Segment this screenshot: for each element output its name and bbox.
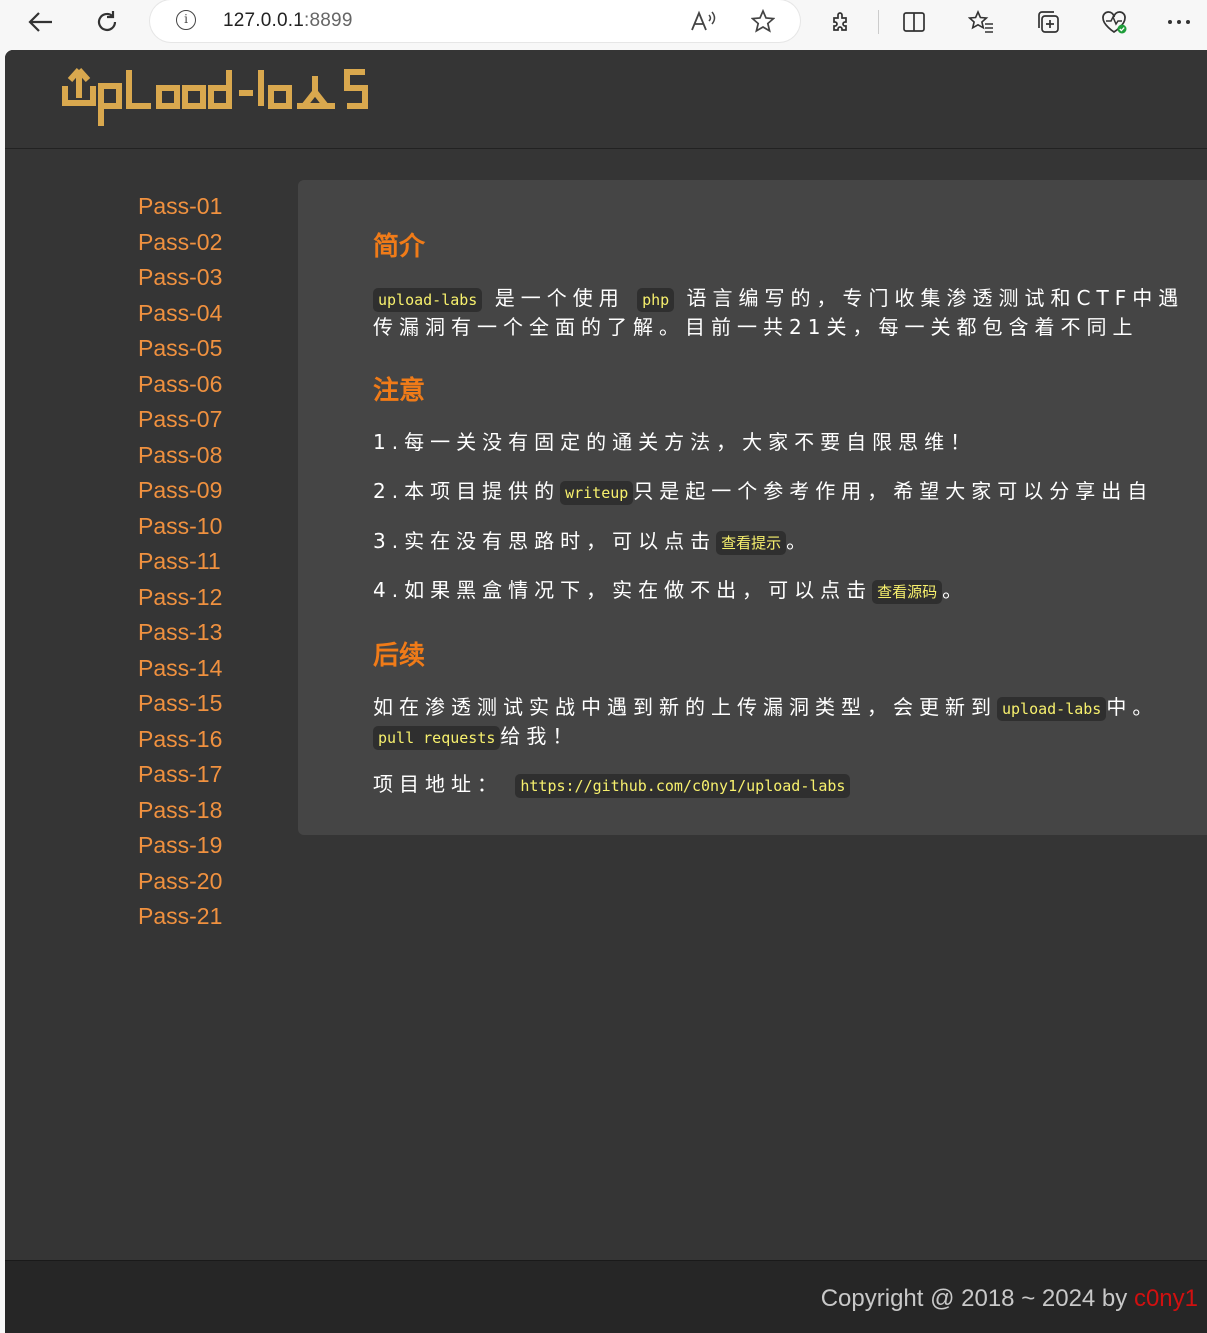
followup-heading: 后续: [373, 641, 426, 671]
followup-code-upload-labs: upload-labs: [997, 697, 1107, 721]
followup-text-2: 中。: [1106, 695, 1159, 719]
refresh-button[interactable]: [90, 5, 124, 39]
intro-text-1: 是一个使用: [494, 286, 625, 310]
site-footer: Copyright @ 2018 ~ 2024 by c0ny1: [5, 1260, 1207, 1333]
toolbar-separator: [878, 10, 879, 34]
main-content-panel: 简介 upload-labs 是一个使用 php 语言编写的，专门收集渗透测试和…: [298, 180, 1207, 835]
sidebar-item-pass-02[interactable]: Pass-02: [138, 228, 222, 256]
note-4-text: 4.如果黑盒情况下，实在做不出，可以点击: [373, 578, 873, 602]
address-bar[interactable]: i 127.0.0.1:8899: [150, 0, 800, 42]
more-menu-icon[interactable]: [1163, 6, 1195, 38]
sidebar-item-pass-07[interactable]: Pass-07: [138, 405, 222, 433]
note-4-text-post: 。: [942, 578, 969, 602]
sidebar-item-pass-13[interactable]: Pass-13: [138, 618, 222, 646]
back-arrow-icon: [28, 12, 52, 32]
intro-paragraph: upload-labs 是一个使用 php 语言编写的，专门收集渗透测试和CTF…: [373, 285, 1207, 341]
note-2-text-post: 只是起一个参考作用，希望大家可以分享出自: [633, 479, 1154, 503]
browser-toolbar: i 127.0.0.1:8899: [0, 0, 1207, 50]
sidebar-item-pass-19[interactable]: Pass-19: [138, 831, 222, 859]
followup-code-pull-requests: pull requests: [373, 726, 501, 750]
sidebar-item-pass-11[interactable]: Pass-11: [138, 547, 221, 575]
sidebar-item-pass-18[interactable]: Pass-18: [138, 796, 222, 824]
back-button[interactable]: [24, 5, 58, 39]
split-screen-icon[interactable]: [898, 6, 930, 38]
project-address-link[interactable]: https://github.com/c0ny1/upload-labs: [515, 774, 851, 798]
favorite-star-icon[interactable]: [750, 8, 776, 34]
upload-labs-logo-icon: [62, 67, 368, 126]
sidebar-item-pass-21[interactable]: Pass-21: [138, 902, 222, 930]
sidebar-item-pass-08[interactable]: Pass-08: [138, 441, 222, 469]
site-info-icon[interactable]: i: [176, 10, 196, 30]
followup-text-1: 如在渗透测试实战中遇到新的上传漏洞类型，会更新到: [373, 695, 997, 719]
sidebar-item-pass-06[interactable]: Pass-06: [138, 370, 222, 398]
sidebar-item-pass-01[interactable]: Pass-01: [138, 192, 222, 220]
read-aloud-icon[interactable]: [690, 8, 716, 34]
followup-paragraph: 如在渗透测试实战中遇到新的上传漏洞类型，会更新到 upload-labs 中。 pu…: [373, 694, 1207, 752]
sidebar-item-pass-15[interactable]: Pass-15: [138, 689, 222, 717]
sidebar-item-pass-16[interactable]: Pass-16: [138, 725, 222, 753]
view-hint-button[interactable]: 查看提示: [716, 531, 787, 555]
copyright-label: Copyright @ 2018 ~ 2024 by: [820, 1285, 1134, 1312]
intro-text-2: 语言编写的，专门收集渗透测试和CTF中遇: [686, 286, 1185, 310]
intro-code-php: php: [637, 288, 675, 312]
author-link[interactable]: c0ny1: [1134, 1285, 1198, 1312]
note-1: 1.每一关没有固定的通关方法，大家不要自限思维！: [373, 430, 977, 454]
site-header: [5, 50, 1207, 149]
intro-text-line2: 传漏洞有一个全面的了解。目前一共21关，每一关都包含着不同上: [373, 315, 1139, 339]
note-2-code-writeup[interactable]: writeup: [560, 481, 634, 505]
collections-icon[interactable]: [1032, 6, 1064, 38]
project-address-label: 项目地址：: [373, 772, 503, 796]
note-4: 4.如果黑盒情况下，实在做不出，可以点击 查看源码。: [373, 577, 1207, 606]
followup-text-3: 给我！: [500, 724, 579, 748]
intro-code-upload-labs: upload-labs: [373, 288, 483, 312]
url-port: :8899: [304, 10, 353, 31]
note-3: 3.实在没有思路时，可以点击 查看提示。: [373, 528, 1207, 557]
site-logo[interactable]: [59, 66, 404, 135]
sidebar-item-pass-03[interactable]: Pass-03: [138, 263, 222, 291]
note-2-text: 2.本项目提供的: [373, 479, 561, 503]
web-page: Pass-01 Pass-02 Pass-03 Pass-04 Pass-05 …: [5, 50, 1207, 1333]
sidebar-item-pass-20[interactable]: Pass-20: [138, 867, 222, 895]
sidebar-item-pass-10[interactable]: Pass-10: [138, 512, 222, 540]
note-3-text: 3.实在没有思路时，可以点击: [373, 529, 717, 553]
extensions-icon[interactable]: [826, 6, 858, 38]
intro-heading: 简介: [373, 232, 426, 262]
copyright-text: Copyright @ 2018 ~ 2024 by c0ny1: [821, 1285, 1198, 1313]
url-text[interactable]: 127.0.0.1:8899: [223, 10, 353, 32]
browser-essentials-icon[interactable]: [1098, 6, 1130, 38]
refresh-icon: [97, 11, 117, 31]
sidebar-item-pass-14[interactable]: Pass-14: [138, 654, 222, 682]
sidebar-item-pass-04[interactable]: Pass-04: [138, 299, 222, 327]
sidebar-item-pass-09[interactable]: Pass-09: [138, 476, 222, 504]
notes-heading: 注意: [373, 376, 426, 406]
view-source-button[interactable]: 查看源码: [872, 580, 943, 604]
project-address: 项目地址： https://github.com/c0ny1/upload-la…: [373, 771, 1207, 800]
sidebar-item-pass-17[interactable]: Pass-17: [138, 760, 222, 788]
note-2: 2.本项目提供的 writeup 只是起一个参考作用，希望大家可以分享出自: [373, 478, 1207, 507]
url-host: 127.0.0.1: [223, 10, 305, 31]
note-3-text-post: 。: [786, 529, 813, 553]
sidebar-item-pass-12[interactable]: Pass-12: [138, 583, 222, 611]
favorites-list-icon[interactable]: [965, 6, 997, 38]
sidebar-item-pass-05[interactable]: Pass-05: [138, 334, 222, 362]
